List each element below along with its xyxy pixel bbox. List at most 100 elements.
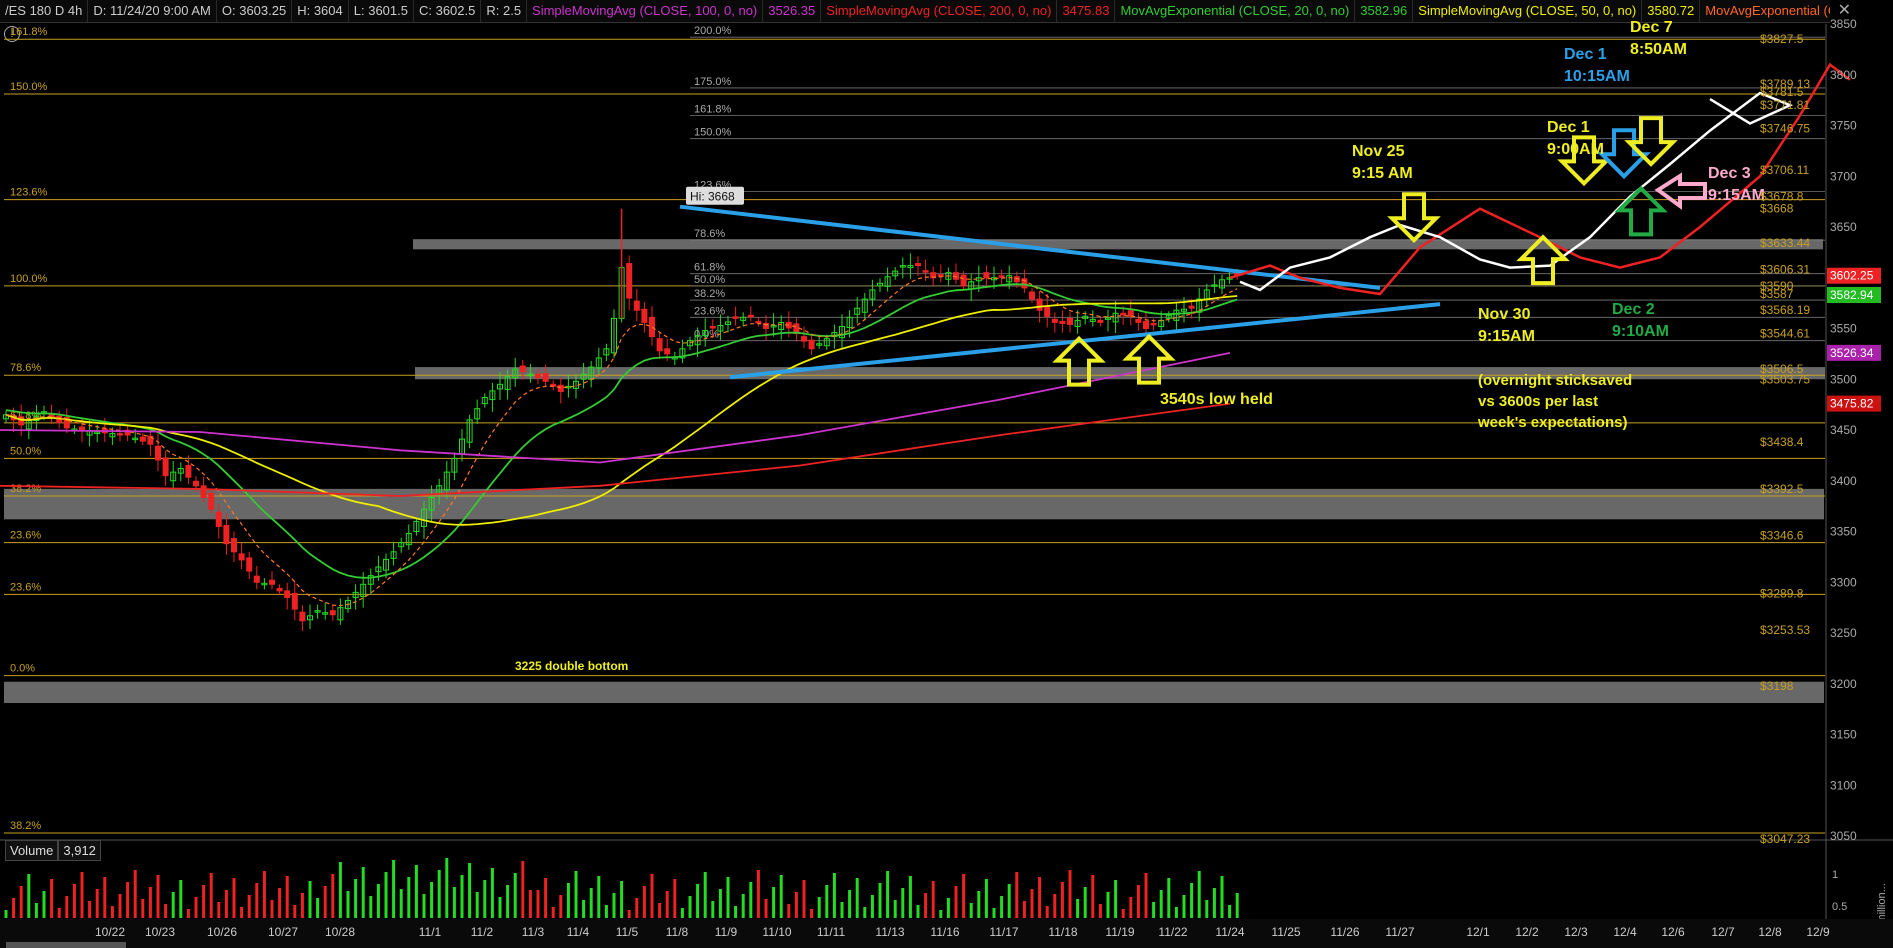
x-tick-label: 11/10 bbox=[762, 925, 791, 939]
volume-bar bbox=[1038, 877, 1042, 918]
chart-annotation: Dec 2 bbox=[1612, 301, 1655, 318]
candle-body bbox=[193, 480, 199, 487]
volume-bar bbox=[734, 906, 738, 918]
volume-bar bbox=[1197, 871, 1201, 918]
level-price-label: $3746.75 bbox=[1760, 122, 1810, 136]
candle-body bbox=[246, 557, 253, 572]
candle-body bbox=[117, 433, 123, 436]
volume-bar bbox=[4, 910, 8, 918]
volume-bar bbox=[924, 893, 928, 918]
volume-bar bbox=[118, 894, 122, 918]
volume-bar bbox=[452, 887, 456, 918]
candle-body bbox=[641, 308, 648, 323]
level-price-label: $3392.5 bbox=[1760, 482, 1804, 496]
volume-tick: 1 bbox=[1832, 869, 1838, 881]
fib-label: 78.6% bbox=[10, 362, 41, 374]
volume-bar bbox=[1114, 880, 1118, 918]
y-tick-label: 3050 bbox=[1830, 829, 1857, 843]
chart-annotation: 8:50AM bbox=[1630, 41, 1687, 58]
x-tick-label: 11/27 bbox=[1385, 925, 1414, 939]
volume-bar bbox=[27, 874, 31, 918]
volume-bar bbox=[156, 875, 160, 918]
candle-body bbox=[200, 485, 207, 498]
volume-bar bbox=[756, 870, 760, 918]
fib-label-right: 38.2% bbox=[694, 288, 725, 300]
volume-bar bbox=[711, 901, 715, 918]
volume-bar bbox=[977, 891, 981, 918]
volume-header: Volume 3,912 bbox=[5, 840, 101, 861]
volume-bar bbox=[916, 905, 920, 918]
volume-bar bbox=[1091, 875, 1095, 918]
price-badge-text: 3582.94 bbox=[1830, 288, 1874, 302]
chart-annotation: Dec 7 bbox=[1630, 19, 1673, 36]
volume-bar bbox=[270, 900, 274, 918]
volume-bar bbox=[642, 886, 646, 918]
chart-annotation: vs 3600s per last bbox=[1478, 393, 1598, 410]
x-tick-label: 12/4 bbox=[1613, 925, 1637, 939]
volume-bar bbox=[939, 910, 943, 918]
level-price-label: $3771.81 bbox=[1760, 98, 1810, 112]
x-tick-label: 12/7 bbox=[1711, 925, 1735, 939]
volume-bar bbox=[1174, 907, 1178, 918]
volume-bar bbox=[133, 870, 137, 918]
candle-body bbox=[215, 511, 222, 527]
volume-bar bbox=[696, 884, 700, 918]
volume-bar bbox=[726, 877, 730, 918]
arrow-left-icon bbox=[1654, 172, 1707, 210]
volume-bar bbox=[103, 877, 107, 918]
x-tick-label: 11/22 bbox=[1158, 925, 1187, 939]
level-price-label: $3587 bbox=[1760, 287, 1794, 301]
volume-bar bbox=[536, 890, 540, 918]
ema8-line bbox=[5, 275, 1238, 607]
volume-bar bbox=[1144, 873, 1148, 918]
fib-label: 123.6% bbox=[10, 187, 48, 199]
volume-bar bbox=[741, 894, 745, 918]
fib-label: 161.8% bbox=[10, 26, 48, 38]
candle-body bbox=[1188, 305, 1195, 309]
volume-bar bbox=[787, 904, 791, 918]
candle-body bbox=[808, 339, 815, 350]
volume-bar bbox=[110, 906, 114, 918]
ema20-line bbox=[5, 283, 1238, 579]
arrow-up-icon bbox=[1614, 185, 1668, 237]
price-chart[interactable]: 161.8%150.0%123.6%100.0%78.6%61.8%50.0%3… bbox=[0, 0, 1893, 948]
volume-bar bbox=[308, 881, 312, 918]
volume-bar bbox=[445, 858, 449, 918]
x-tick-label: 10/22 bbox=[95, 925, 125, 939]
volume-bar bbox=[240, 907, 244, 918]
candle-body bbox=[238, 553, 245, 561]
candle-body bbox=[162, 457, 169, 477]
candle-body bbox=[747, 314, 754, 318]
fib-label-right: 50.0% bbox=[694, 274, 725, 286]
chart-annotation: Nov 30 bbox=[1478, 306, 1531, 323]
volume-bar bbox=[255, 883, 259, 918]
fib-label: 150.0% bbox=[10, 81, 48, 93]
level-price-label: $3706.11 bbox=[1760, 163, 1809, 177]
volume-bar bbox=[1228, 905, 1232, 918]
chart-annotation: 9:10AM bbox=[1612, 323, 1669, 340]
candle-body bbox=[542, 373, 549, 382]
candle-body bbox=[276, 587, 283, 592]
volume-bar bbox=[680, 908, 684, 918]
candle-body bbox=[649, 316, 655, 338]
volume-bar bbox=[338, 862, 342, 918]
hi-label: Hi: 3668 bbox=[690, 190, 735, 204]
volume-bar bbox=[224, 890, 228, 918]
level-price-label: $3289.8 bbox=[1760, 586, 1804, 600]
fib-label-right: 161.8% bbox=[694, 103, 732, 115]
y-tick-label: 3400 bbox=[1830, 474, 1857, 488]
volume-bar bbox=[1068, 870, 1072, 918]
level-price-label: $3438.4 bbox=[1760, 435, 1804, 449]
y-tick-label: 3700 bbox=[1830, 169, 1857, 183]
fib-label-right: 175.0% bbox=[694, 76, 732, 88]
level-price-label: $3781.5 bbox=[1760, 85, 1804, 99]
candle-body bbox=[983, 272, 990, 279]
volume-bar bbox=[946, 898, 950, 918]
volume-bar bbox=[718, 889, 722, 918]
volume-bar bbox=[764, 899, 768, 918]
x-tick-label: 11/4 bbox=[567, 925, 590, 939]
volume-bar bbox=[399, 889, 403, 918]
volume-bar bbox=[1220, 876, 1224, 918]
y-tick-label: 3200 bbox=[1830, 677, 1857, 691]
level-price-label: $3606.31 bbox=[1760, 263, 1810, 277]
